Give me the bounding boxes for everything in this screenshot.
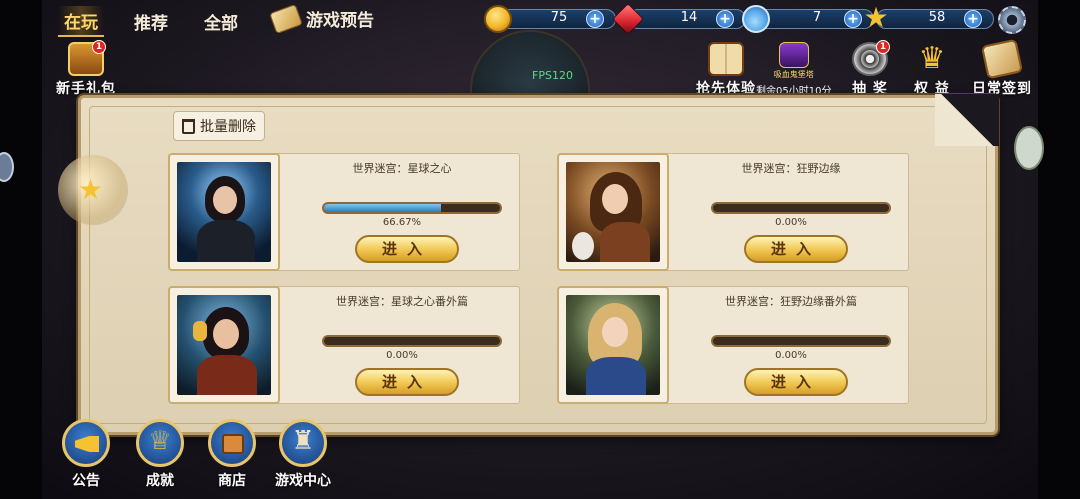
notification-badge: 1 <box>876 40 890 54</box>
game-preview-button[interactable]: 游戏预告 <box>269 3 374 34</box>
game-portrait <box>177 295 271 395</box>
add-coin-button[interactable]: + <box>586 10 604 28</box>
progress-bar <box>711 202 891 214</box>
game-portrait <box>566 162 660 262</box>
game-title: 世界迷宫：狂野边缘番外篇 <box>725 295 857 308</box>
daily-checkin-button[interactable]: 日常签到 <box>972 38 1032 98</box>
game-card: 世界迷宫：狂野边缘番外篇 0.00% 进入 <box>557 286 909 404</box>
right-edge-handle[interactable] <box>1014 126 1044 170</box>
progress-bar <box>322 335 502 347</box>
game-card: 世界迷宫：星球之心番外篇 0.00% 进入 <box>168 286 520 404</box>
add-potion-button[interactable]: + <box>844 10 862 28</box>
progress-text: 0.00% <box>775 217 807 228</box>
gear-icon[interactable] <box>998 6 1026 34</box>
star-icon: ★ <box>863 1 889 34</box>
batch-delete-label: 批量删除 <box>200 119 256 135</box>
nav-shop[interactable]: 商店 <box>208 419 256 490</box>
floating-star-button[interactable]: ★ <box>58 155 128 225</box>
game-card: 世界迷宫：星球之心 66.67% 进入 <box>168 153 520 271</box>
progress-text: 66.67% <box>382 217 422 228</box>
enter-game-button[interactable]: 进入 <box>744 368 848 396</box>
page-corner-fold <box>935 94 999 146</box>
game-title: 世界迷宫：星球之心番外篇 <box>336 295 468 308</box>
crown-icon: ♛ <box>918 41 946 76</box>
add-star-button[interactable]: + <box>964 10 982 28</box>
batch-delete-button[interactable]: 批量删除 <box>173 111 265 141</box>
chess-icon: ♜ <box>279 419 327 467</box>
enter-game-button[interactable]: 进入 <box>744 235 848 263</box>
enter-game-button[interactable]: 进入 <box>355 368 459 396</box>
vampire-castle-sub: 吸血鬼堡塔 <box>773 70 814 79</box>
coin-icon <box>484 5 512 33</box>
star-icon: ★ <box>78 173 104 206</box>
nav-game-center-label: 游戏中心 <box>275 473 331 489</box>
progress-bar <box>711 335 891 347</box>
game-portrait <box>566 295 660 395</box>
game-preview-label: 游戏预告 <box>306 11 374 31</box>
lottery-button[interactable]: 1 抽 奖 <box>852 40 890 98</box>
nav-shop-label: 商店 <box>218 473 246 489</box>
tab-recommended[interactable]: 推荐 <box>128 7 174 36</box>
potion-icon <box>742 5 770 33</box>
tab-playing[interactable]: 在玩 <box>58 6 104 37</box>
nav-achievements-label: 成就 <box>146 473 174 489</box>
game-title: 世界迷宫：狂野边缘 <box>741 162 841 175</box>
game-title: 世界迷宫：星球之心 <box>352 162 452 175</box>
left-bezel <box>0 0 42 499</box>
progress-text: 0.00% <box>386 350 418 361</box>
book-icon <box>708 42 744 76</box>
shop-register-icon <box>208 419 256 467</box>
newbie-gift-button[interactable]: 1 新手礼包 <box>56 40 116 98</box>
tab-all[interactable]: 全部 <box>198 7 244 36</box>
vampire-castle-icon <box>778 42 809 68</box>
vampire-castle-event[interactable]: 吸血鬼堡塔 剩余05小时10分 <box>756 42 831 97</box>
early-access-button[interactable]: 抢先体验 <box>696 42 756 98</box>
game-portrait-frame[interactable] <box>168 286 280 404</box>
game-portrait-frame[interactable] <box>557 286 669 404</box>
enter-game-button[interactable]: 进入 <box>355 235 459 263</box>
film-reel-icon: 1 <box>852 40 890 76</box>
game-portrait-frame[interactable] <box>557 153 669 271</box>
nav-announcement[interactable]: 公告 <box>62 419 110 490</box>
nav-game-center[interactable]: ♜ 游戏中心 <box>275 419 331 490</box>
nav-achievements[interactable]: ♕ 成就 <box>136 419 184 490</box>
progress-fill <box>324 204 442 212</box>
trash-icon <box>182 118 195 134</box>
right-bezel <box>1038 0 1080 499</box>
game-portrait-frame[interactable] <box>168 153 280 271</box>
game-portrait <box>177 162 271 262</box>
trophy-icon: ♕ <box>136 419 184 467</box>
notification-badge: 1 <box>92 40 106 54</box>
game-card: 世界迷宫：狂野边缘 0.00% 进入 <box>557 153 909 271</box>
progress-text: 0.00% <box>775 350 807 361</box>
add-ruby-button[interactable]: + <box>716 10 734 28</box>
scroll-quill-icon <box>980 38 1024 80</box>
progress-bar <box>322 202 502 214</box>
fps-counter: FPS120 <box>532 69 573 82</box>
megaphone-icon <box>62 419 110 467</box>
nav-announcement-label: 公告 <box>72 473 100 489</box>
category-tabs: 在玩 推荐 全部 <box>58 6 244 37</box>
treasure-chest-icon: 1 <box>68 40 106 76</box>
benefits-button[interactable]: ♛ 权 益 <box>914 42 950 98</box>
scroll-icon <box>269 3 303 34</box>
